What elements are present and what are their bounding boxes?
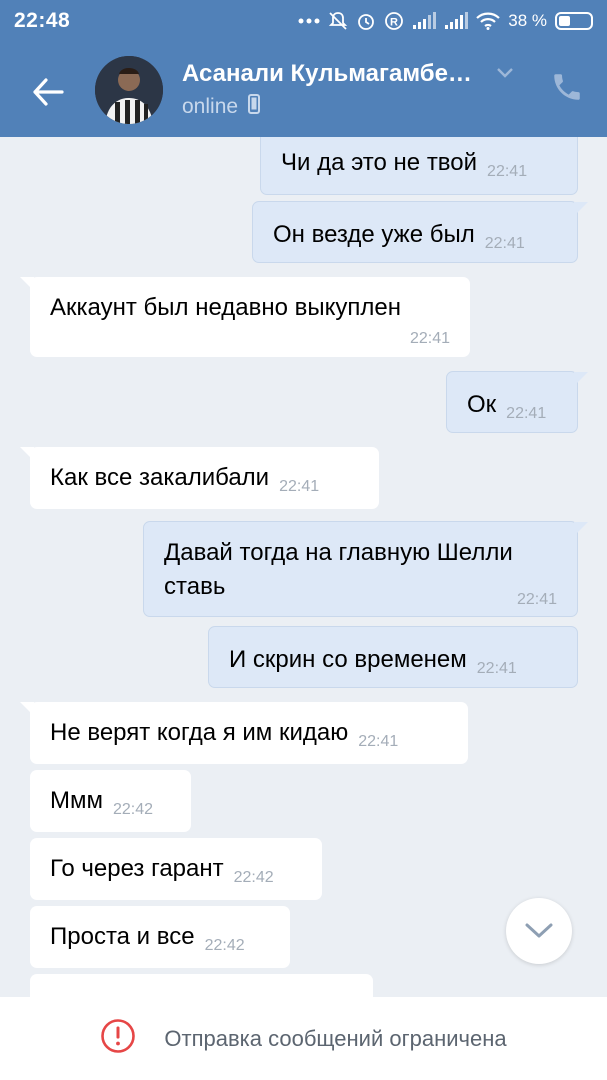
message-time: 22:41 xyxy=(484,235,525,252)
contact-status: online xyxy=(182,94,261,120)
message-time: 22:42 xyxy=(113,801,154,818)
signal-icon xyxy=(412,12,437,30)
svg-text:R: R xyxy=(390,17,398,29)
message-time: 22:41 xyxy=(516,591,557,608)
battery-icon xyxy=(555,12,593,30)
phone-icon xyxy=(554,74,580,100)
avatar[interactable] xyxy=(95,56,163,124)
status-bar: 22:48 R 38 % xyxy=(0,0,607,42)
message-time: 22:41 xyxy=(358,733,399,750)
message-incoming[interactable]: Аккаунт был недавно выкуплен 22:41 xyxy=(20,277,470,357)
message-incoming[interactable]: Проста и все 22:42 xyxy=(30,906,290,968)
more-dots-icon xyxy=(298,18,320,24)
message-time: 22:42 xyxy=(204,937,245,954)
message-incoming-partial[interactable] xyxy=(30,974,373,997)
message-text: Ммм xyxy=(50,787,103,814)
message-text: И скрин со временем xyxy=(229,646,467,673)
message-incoming[interactable]: Не верят когда я им кидаю 22:41 xyxy=(20,702,468,764)
message-text: Го через гарант xyxy=(50,855,224,882)
message-incoming[interactable]: Как все закалибали 22:41 xyxy=(20,447,379,509)
message-outgoing[interactable]: Давай тогда на главную Шелли ставь 22:41 xyxy=(143,521,588,617)
signal-icon xyxy=(444,12,469,30)
message-outgoing[interactable]: И скрин со временем 22:41 xyxy=(208,626,578,688)
scroll-to-bottom-button[interactable] xyxy=(506,898,572,964)
avatar-image xyxy=(95,56,163,124)
message-time: 22:42 xyxy=(233,869,274,886)
message-outgoing[interactable]: Чи да это не твой 22:41 xyxy=(260,137,578,195)
message-time: 22:41 xyxy=(487,163,528,180)
message-incoming[interactable]: Ммм 22:42 xyxy=(30,770,191,832)
battery-level xyxy=(559,16,570,26)
message-text: Ок xyxy=(467,391,497,418)
chat-header: Асанали Кульмагамбе… online xyxy=(0,42,607,137)
message-text: Он везде уже был xyxy=(273,221,475,248)
send-restricted-text: Отправка сообщений ограничена xyxy=(164,1025,507,1051)
message-incoming[interactable]: Го через гарант 22:42 xyxy=(30,838,322,900)
alarm-icon xyxy=(356,11,376,31)
message-time: 22:41 xyxy=(476,660,517,677)
status-time: 22:48 xyxy=(14,9,71,32)
error-circle-icon xyxy=(100,1018,136,1059)
message-outgoing[interactable]: Он везде уже был 22:41 xyxy=(252,201,588,263)
back-button[interactable] xyxy=(28,72,68,112)
registered-icon: R xyxy=(384,11,404,31)
status-icons: R 38 % xyxy=(298,11,593,31)
message-text: Чи да это не твой xyxy=(281,149,478,176)
message-text: Аккаунт был недавно выкуплен xyxy=(50,294,402,321)
call-button[interactable] xyxy=(550,70,584,104)
chevron-down-icon xyxy=(525,923,553,938)
mobile-device-icon xyxy=(248,94,261,120)
mute-icon xyxy=(328,11,348,31)
message-text: Проста и все xyxy=(50,923,195,950)
chevron-down-icon[interactable] xyxy=(496,66,514,84)
message-time: 22:41 xyxy=(506,405,547,422)
online-status-text: online xyxy=(182,95,239,118)
battery-percent: 38 % xyxy=(508,11,547,30)
contact-name[interactable]: Асанали Кульмагамбе… xyxy=(182,60,472,88)
wifi-icon xyxy=(476,12,501,30)
message-time: 22:41 xyxy=(279,478,320,495)
message-text: Как все закалибали xyxy=(50,464,270,491)
message-time: 22:41 xyxy=(409,330,450,347)
message-feed[interactable]: Чи да это не твой 22:41 Он везде уже был 2… xyxy=(0,137,607,997)
message-outgoing[interactable]: Ок 22:41 xyxy=(446,371,588,433)
message-text: Не верят когда я им кидаю xyxy=(50,719,349,746)
send-restricted-bar: Отправка сообщений ограничена xyxy=(0,997,607,1080)
arrow-back-icon xyxy=(33,78,64,106)
